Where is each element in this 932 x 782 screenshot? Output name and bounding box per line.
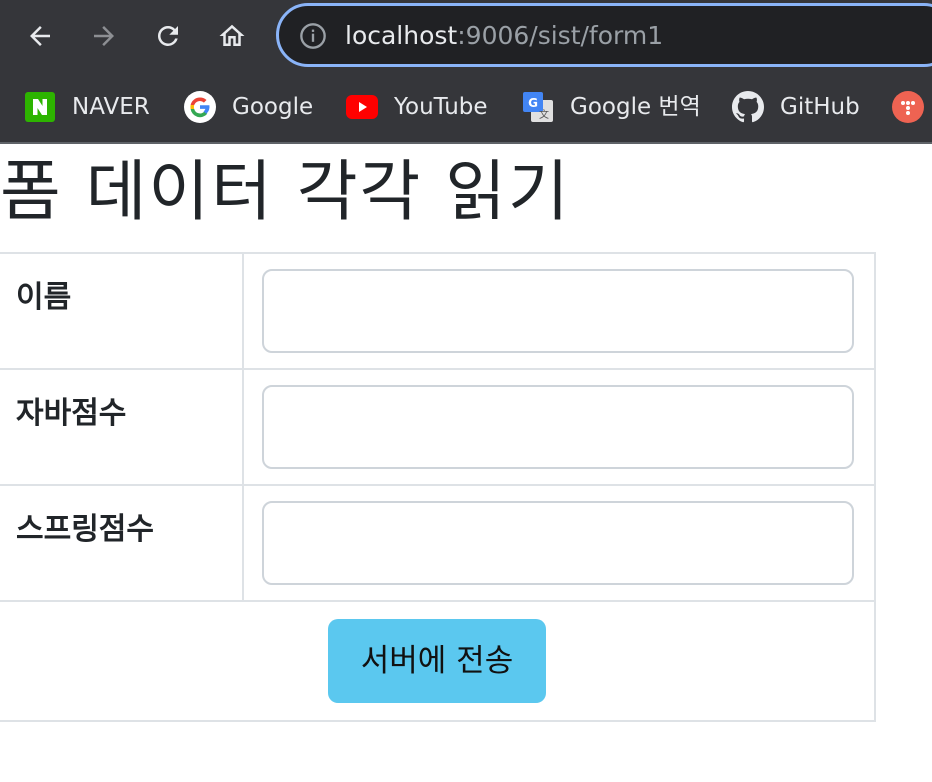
form-row-java-score: 자바점수: [0, 368, 876, 486]
bookmark-youtube[interactable]: YouTube: [346, 90, 488, 124]
page-title: 폼 데이터 각각 읽기: [0, 153, 571, 230]
browser-chrome: localhost:9006/sist/form1 NAVER Google Y…: [0, 0, 932, 144]
bookmark-label: YouTube: [394, 94, 488, 120]
browser-toolbar: localhost:9006/sist/form1: [0, 0, 932, 72]
bookmarks-bar: NAVER Google YouTube G 文 Google 번역 GitHu…: [0, 72, 932, 144]
google-icon: [184, 91, 216, 123]
app-icon: [892, 91, 924, 123]
spring-score-input-cell: [242, 484, 876, 602]
url-path: :9006/sist/form1: [457, 21, 664, 50]
youtube-icon: [346, 91, 378, 123]
bookmark-label: NAVER: [72, 94, 150, 120]
bookmark-google[interactable]: Google: [184, 90, 313, 124]
name-label: 이름: [0, 252, 244, 370]
back-button[interactable]: [20, 16, 60, 56]
address-bar[interactable]: localhost:9006/sist/form1: [276, 3, 932, 67]
url-host: localhost: [345, 21, 458, 50]
page-content: 폼 데이터 각각 읽기 이름 자바점수 스프링점수 서버에 전송: [0, 144, 932, 782]
submit-button[interactable]: 서버에 전송: [328, 619, 546, 703]
name-input-cell: [242, 252, 876, 370]
java-score-input-cell: [242, 368, 876, 486]
form-row-submit: 서버에 전송: [0, 600, 876, 722]
name-input[interactable]: [262, 269, 854, 353]
java-score-label: 자바점수: [0, 368, 244, 486]
github-icon: [732, 91, 764, 123]
spring-score-input[interactable]: [262, 501, 854, 585]
forward-arrow-icon: [94, 26, 114, 46]
forward-button[interactable]: [84, 16, 124, 56]
bookmark-label: Google 번역: [570, 94, 701, 120]
naver-icon: [24, 91, 56, 123]
bookmark-label: Google: [232, 94, 314, 120]
info-icon[interactable]: [299, 22, 327, 50]
spring-score-label: 스프링점수: [0, 484, 244, 602]
form-row-spring-score: 스프링점수: [0, 484, 876, 602]
reload-icon: [157, 25, 178, 46]
svg-text:G: G: [528, 96, 538, 110]
bookmark-label: GitHub: [780, 94, 860, 120]
home-button[interactable]: [212, 16, 252, 56]
home-icon: [219, 24, 245, 46]
bookmark-google-translate[interactable]: G 文 Google 번역: [522, 90, 701, 124]
form-table: 이름 자바점수 스프링점수 서버에 전송: [0, 252, 876, 722]
form-row-name: 이름: [0, 252, 876, 370]
reload-button[interactable]: [148, 16, 188, 56]
java-score-input[interactable]: [262, 385, 854, 469]
bookmark-github[interactable]: GitHub: [732, 90, 860, 124]
back-arrow-icon: [30, 26, 50, 46]
bookmark-naver[interactable]: NAVER: [24, 90, 150, 124]
svg-text:文: 文: [539, 108, 549, 121]
bookmark-extra[interactable]: [892, 90, 932, 124]
url-text[interactable]: localhost:9006/sist/form1: [345, 20, 663, 52]
google-translate-icon: G 文: [522, 91, 554, 123]
submit-cell: 서버에 전송: [0, 600, 876, 722]
